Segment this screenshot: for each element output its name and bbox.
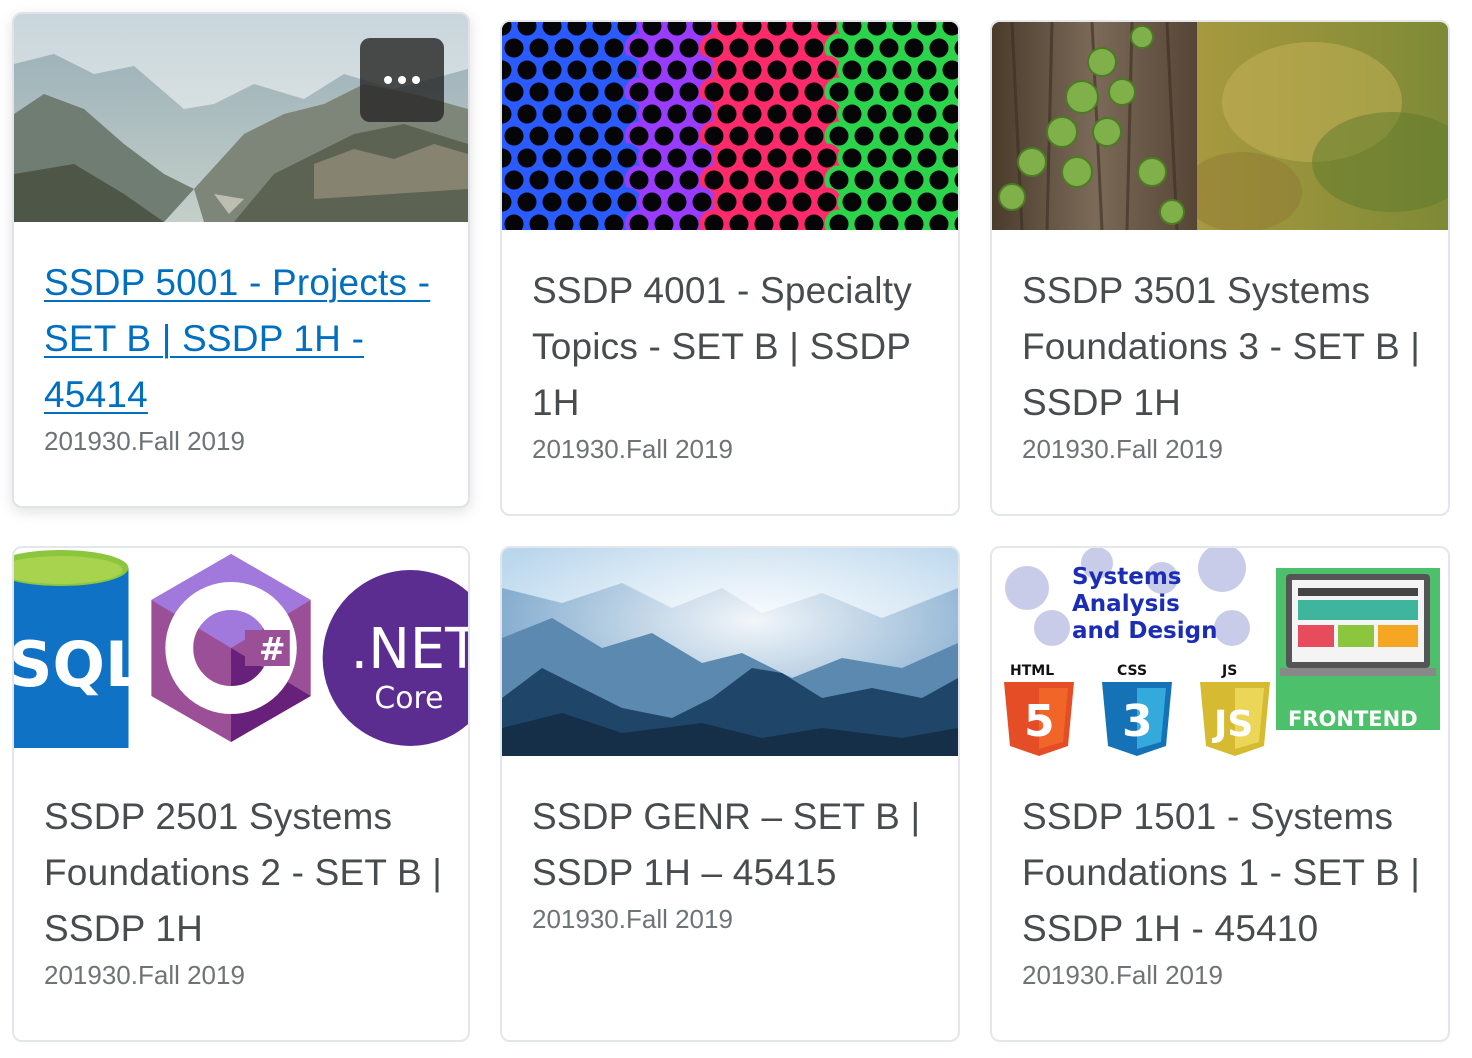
dotnet-label: .NET xyxy=(351,617,468,682)
more-dot-icon xyxy=(384,76,392,84)
js-glyph: JS xyxy=(1211,704,1253,745)
css-label: CSS xyxy=(1117,663,1147,679)
course-title[interactable]: SSDP 3501 Systems Foundations 3 - SET B … xyxy=(1022,263,1426,431)
csharp-hash: # xyxy=(259,630,286,668)
course-term: 201930.Fall 2019 xyxy=(532,904,733,934)
course-title[interactable]: SSDP GENR – SET B | SSDP 1H – 45415 xyxy=(532,789,936,901)
course-options-button[interactable] xyxy=(360,38,444,122)
html5-glyph: 5 xyxy=(1024,696,1055,747)
css3-glyph: 3 xyxy=(1122,696,1153,747)
course-term: 201930.Fall 2019 xyxy=(1022,960,1223,990)
course-title[interactable]: SSDP 4001 - Specialty Topics - SET B | S… xyxy=(532,263,936,431)
frontend-label: FRONTEND xyxy=(1288,707,1418,731)
course-term: 201930.Fall 2019 xyxy=(532,434,733,464)
more-dot-icon xyxy=(412,76,420,84)
course-image-sql-csharp-dotnet[interactable]: SQL # .NET Core xyxy=(14,548,468,756)
image-text-design: and Design xyxy=(1072,618,1217,644)
course-title-link[interactable]: SSDP 5001 - Projects - SET B | SSDP 1H -… xyxy=(44,262,430,415)
course-card-ssdp-5001[interactable]: SSDP 5001 - Projects - SET B | SSDP 1H -… xyxy=(12,12,470,508)
course-image-straws[interactable] xyxy=(502,22,958,230)
course-card-ssdp-2501[interactable]: SQL # .NET Core SSDP 2501 Systems Founda… xyxy=(12,546,470,1042)
course-card-ssdp-3501[interactable]: SSDP 3501 Systems Foundations 3 - SET B … xyxy=(990,20,1450,516)
more-dot-icon xyxy=(398,76,406,84)
course-card-ssdp-genr[interactable]: SSDP GENR – SET B | SSDP 1H – 45415 2019… xyxy=(500,546,960,1042)
core-label: Core xyxy=(374,681,443,716)
course-image-web-design[interactable]: Systems Analysis and Design HTML 5 CSS 3… xyxy=(992,548,1448,756)
course-term: 201930.Fall 2019 xyxy=(44,426,245,456)
course-title: SSDP 5001 - Projects - SET B | SSDP 1H -… xyxy=(44,255,446,423)
course-card-ssdp-4001[interactable]: SSDP 4001 - Specialty Topics - SET B | S… xyxy=(500,20,960,516)
sql-label: SQL xyxy=(14,629,144,701)
image-text-systems: Systems xyxy=(1072,564,1182,590)
course-title[interactable]: SSDP 1501 - Systems Foundations 1 - SET … xyxy=(1022,789,1426,957)
course-image-blue-mountains[interactable] xyxy=(502,548,958,756)
html-label: HTML xyxy=(1010,663,1054,679)
course-title[interactable]: SSDP 2501 Systems Foundations 2 - SET B … xyxy=(44,789,446,957)
course-card-ssdp-1501[interactable]: Systems Analysis and Design HTML 5 CSS 3… xyxy=(990,546,1450,1042)
js-label: JS xyxy=(1221,663,1237,679)
course-image-tree-vine[interactable] xyxy=(992,22,1448,230)
course-term: 201930.Fall 2019 xyxy=(44,960,245,990)
image-text-analysis: Analysis xyxy=(1072,591,1180,617)
course-term: 201930.Fall 2019 xyxy=(1022,434,1223,464)
